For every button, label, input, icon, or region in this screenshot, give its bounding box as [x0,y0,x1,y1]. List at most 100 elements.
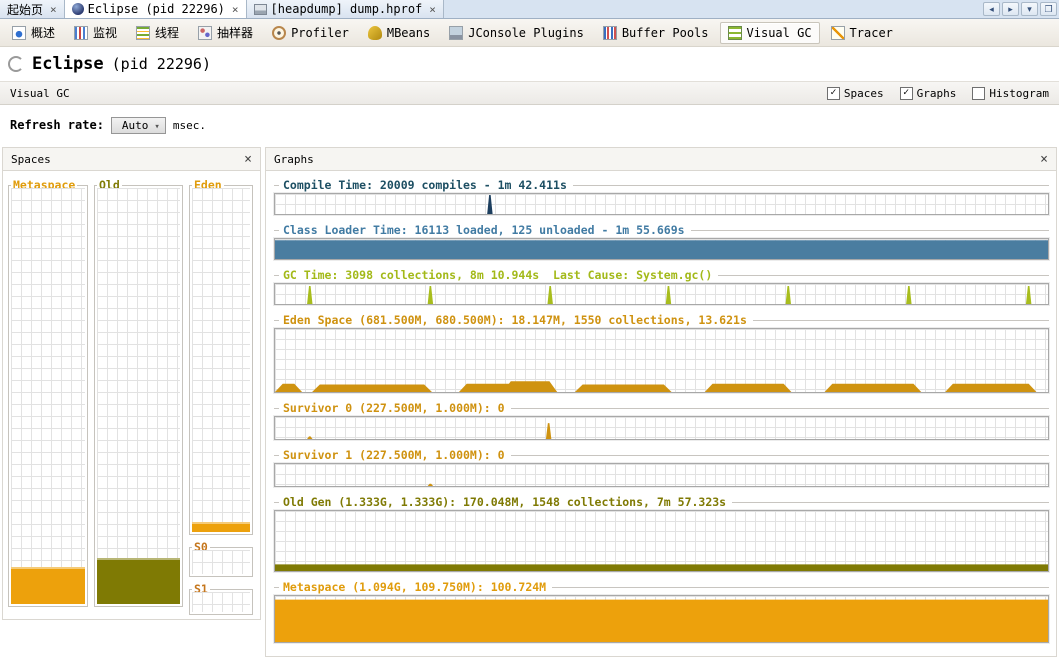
display-options: Spaces Graphs Histogram [826,86,1049,100]
graph-title: GC Time: 3098 collections, 8m 10.944s La… [283,268,713,282]
tabs-list-button[interactable]: ▾ [1021,2,1038,16]
dropdown-caret-icon [154,119,159,132]
close-tab-icon[interactable] [232,3,239,16]
histogram-checkbox[interactable]: Histogram [972,86,1049,100]
graph-legend: Class Loader Time: 16113 loaded, 125 unl… [274,223,1049,237]
tab-sampler[interactable]: 抽样器 [190,20,261,45]
tab-eclipse-pid-22296[interactable]: Eclipse (pid 22296) [64,0,247,18]
tab-monitor[interactable]: 监视 [66,20,125,45]
tab-buffer-pools[interactable]: Buffer Pools [595,22,717,44]
tab-jconsole-plugins[interactable]: JConsole Plugins [441,22,592,44]
section-title: Visual GC [10,86,70,100]
compile-time-graph: Compile Time: 20009 compiles - 1m 42.411… [274,178,1049,215]
document-header: Eclipse (pid 22296) [0,47,1059,81]
profiler-icon [272,25,287,40]
jconsole-icon [449,25,464,40]
tab-visual-gc[interactable]: Visual GC [719,21,820,44]
tab-mbeans[interactable]: MBeans [360,22,438,44]
tab-heapdump-dump-hprof[interactable]: [heapdump] dump.hprof [246,0,444,18]
space-grid [97,188,180,604]
graph-legend: Compile Time: 20009 compiles - 1m 42.411… [274,178,1049,192]
toolbar-label: 概述 [31,26,56,40]
view-toolbar: 概述 监视 线程 抽样器 Profiler MBeans JConsole Pl… [0,19,1059,47]
space-fill [192,521,250,532]
close-tab-icon[interactable] [429,3,436,16]
spaces-panel-title: Spaces [11,152,51,166]
graphs-checkbox[interactable]: Graphs [899,86,957,100]
checkbox-label: Spaces [843,86,884,100]
old-column: Old [94,177,183,615]
survivor1-graph: Survivor 1 (227.500M, 1.000M): 0 [274,448,1049,487]
checkbox-label: Graphs [916,86,957,100]
tab-overview[interactable]: 概述 [4,20,63,45]
graph-plot [274,238,1049,260]
tab-profiler[interactable]: Profiler [264,22,357,44]
visualgc-icon [727,25,742,40]
graph-title: Survivor 1 (227.500M, 1.000M): 0 [283,448,505,462]
graph-plot [274,416,1049,440]
refresh-rate-row: Refresh rate: Auto msec. [0,105,1059,145]
close-tab-icon[interactable] [50,3,57,16]
overview-icon [12,25,26,40]
toolbar-label: 监视 [93,26,118,40]
refresh-rate-select[interactable]: Auto [110,116,166,134]
close-graphs-panel-button[interactable]: × [1040,152,1048,167]
tab-start-page[interactable]: 起始页 [0,0,65,18]
graph-legend: GC Time: 3098 collections, 8m 10.944s La… [274,268,1049,282]
toolbar-label: Buffer Pools [621,25,709,40]
gc-time-graph: GC Time: 3098 collections, 8m 10.944s La… [274,268,1049,305]
graph-title: Survivor 0 (227.500M, 1.000M): 0 [283,401,505,415]
graphs-panel-header: Graphs × [266,148,1056,171]
refresh-rate-unit: msec. [172,118,206,132]
graph-plot [274,328,1049,393]
bufferpools-icon [602,25,617,40]
tracer-icon [830,25,845,40]
process-pid: (pid 22296) [111,55,211,73]
old-space: Old [94,178,183,607]
graph-plot [274,510,1049,572]
heapdump-icon [253,3,267,15]
tabs-scroll-left-button[interactable]: ◂ [983,2,1000,16]
space-grid [11,188,85,604]
old-gen-graph: Old Gen (1.333G, 1.333G): 170.048M, 1548… [274,495,1049,572]
graph-title: Compile Time: 20009 compiles - 1m 42.411… [283,178,567,192]
eden-space-graph: Eden Space (681.500M, 680.500M): 18.147M… [274,313,1049,393]
graph-plot [274,463,1049,487]
checkbox-label: Histogram [989,86,1049,100]
space-grid [192,550,250,574]
checkbox-box-icon [972,86,986,100]
toolbar-label: 抽样器 [217,26,254,40]
tab-tracer[interactable]: Tracer [823,22,901,44]
refresh-rate-label: Refresh rate: [10,118,104,132]
mbeans-icon [367,25,382,40]
graph-title: Metaspace (1.094G, 109.750M): 100.724M [283,580,547,594]
graphs-body: Compile Time: 20009 compiles - 1m 42.411… [266,171,1056,656]
graph-plot [274,193,1049,215]
tabs-scroll-right-button[interactable]: ▸ [1002,2,1019,16]
graph-title: Old Gen (1.333G, 1.333G): 170.048M, 1548… [283,495,727,509]
spaces-body: Metaspace Old Eden S0 S1 [3,171,260,619]
spaces-checkbox[interactable]: Spaces [826,86,884,100]
eden-space: Eden [189,178,253,535]
checkbox-box-icon [826,86,840,100]
young-gen-column: Eden S0 S1 [189,177,253,615]
class-loader-time-graph: Class Loader Time: 16113 loaded, 125 unl… [274,223,1049,260]
graph-legend: Metaspace (1.094G, 109.750M): 100.724M [274,580,1049,594]
graph-title: Class Loader Time: 16113 loaded, 125 unl… [283,223,685,237]
toolbar-label: 线程 [155,26,180,40]
maximize-window-button[interactable]: ❐ [1040,2,1057,16]
tab-threads[interactable]: 线程 [128,20,187,45]
graph-plot [274,595,1049,643]
space-fill [97,558,180,604]
spaces-panel-header: Spaces × [3,148,260,171]
survivor1-space: S1 [189,582,253,615]
document-tab-bar: 起始页 Eclipse (pid 22296) [heapdump] dump.… [0,0,1059,19]
tab-controls: ◂ ▸ ▾ ❐ [983,0,1059,18]
graph-plot [274,283,1049,305]
graphs-panel-title: Graphs [274,152,314,166]
graph-legend: Old Gen (1.333G, 1.333G): 170.048M, 1548… [274,495,1049,509]
toolbar-label: Tracer [849,25,893,40]
threads-icon [136,25,151,40]
toolbar-label: MBeans [386,25,431,40]
close-spaces-panel-button[interactable]: × [244,152,252,167]
